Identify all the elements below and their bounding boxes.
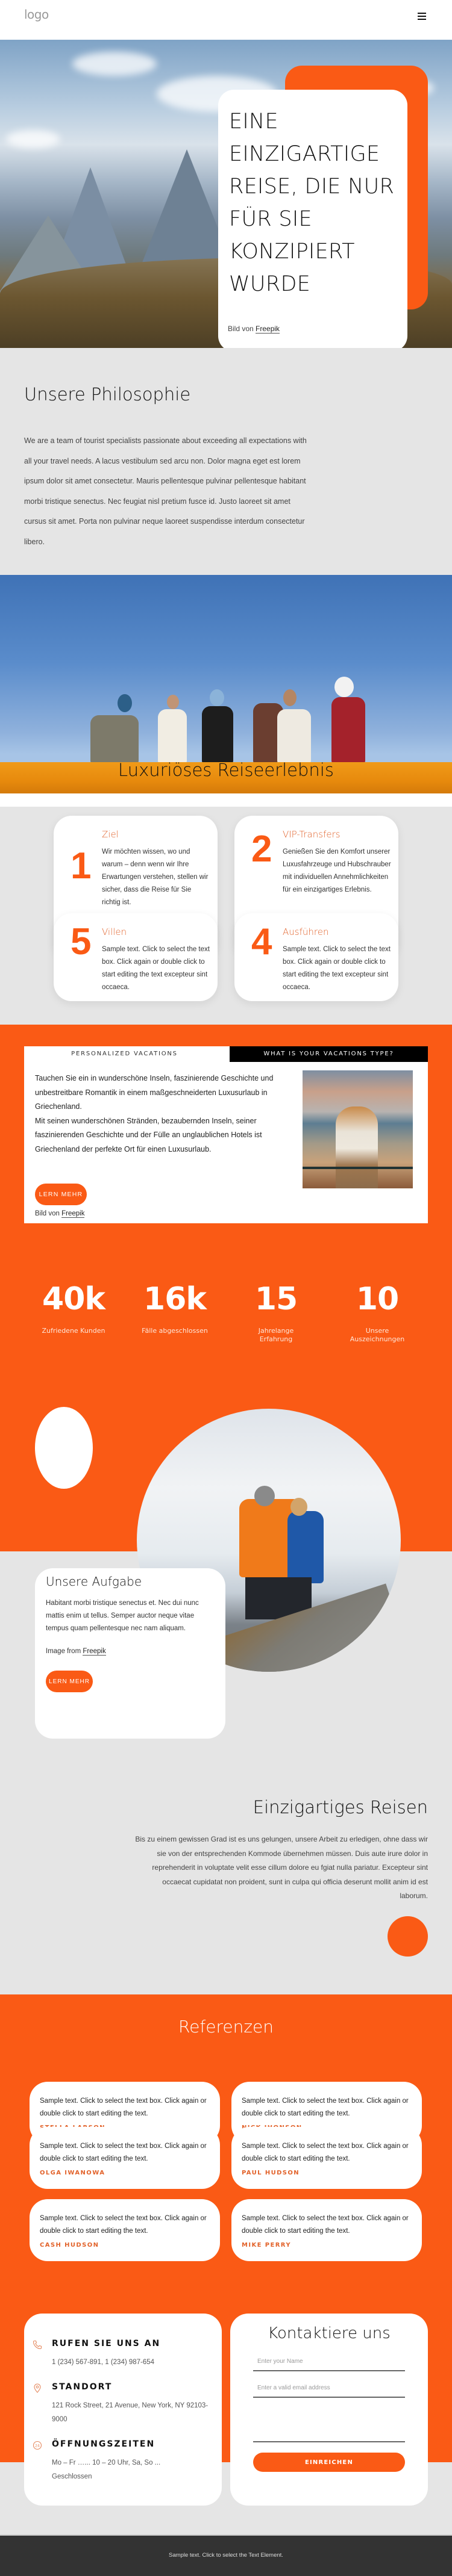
tab-personalized-vacations[interactable]: PERSONALIZED VACATIONS — [24, 1046, 225, 1062]
credit-prefix: Bild von — [35, 1210, 60, 1217]
mission-text: Habitant morbi tristique senectus et. Ne… — [46, 1600, 199, 1632]
feature-heading: VIP-Transfers — [283, 829, 341, 840]
feature-card: 5 Villen Sample text. Click to select th… — [54, 913, 218, 1001]
stat-label: Zufriedene Kunden — [42, 1327, 105, 1335]
clock-24-icon: 24 — [33, 2441, 42, 2450]
luxury-title: Luxuriöses Reiseerlebnis — [118, 760, 334, 780]
vacation-tabs: PERSONALIZED VACATIONS WHAT IS YOUR VACA… — [24, 1046, 428, 1223]
freepik-link[interactable]: Freepik — [83, 1648, 106, 1656]
credit-prefix: Bild von — [228, 324, 254, 333]
unique-travel-text: Bis zu einem gewissen Grad ist es uns ge… — [135, 1835, 428, 1900]
testimonial-author: MIKE PERRY — [242, 2242, 291, 2249]
freepik-link[interactable]: Freepik — [61, 1210, 85, 1218]
map-pin-icon — [34, 2383, 41, 2393]
contact-call-heading: RUFEN SIE UNS AN — [52, 2339, 161, 2348]
tab-paragraph: Tauchen Sie ein in wunderschöne Inseln, … — [35, 1074, 274, 1111]
testimonial-text: Sample text. Click to select the text bo… — [242, 2097, 409, 2117]
mission-image-credit: Image from Freepik — [46, 1648, 106, 1656]
stat-label: Fälle abgeschlossen — [142, 1327, 208, 1335]
contact-hours-heading: ÖFFNUNGSZEITEN — [52, 2439, 155, 2449]
contact-info-card: RUFEN SIE UNS AN 1 (234) 567-891, 1 (234… — [24, 2314, 222, 2506]
feature-text: Sample text. Click to select the text bo… — [102, 946, 210, 991]
stat-value: 15 — [254, 1281, 298, 1317]
woman-balcony-image — [303, 1070, 413, 1188]
svg-text:24: 24 — [35, 2444, 40, 2448]
tab-image-credit: Bild von Freepik — [35, 1210, 85, 1218]
hero-title: EINE EINZIGARTIGE REISE, DIE NUR FÜR SIE… — [229, 110, 395, 296]
site-footer: Sample text. Click to select the Text El… — [0, 2534, 452, 2576]
testimonial-card: Sample text. Click to select the text bo… — [30, 2199, 220, 2261]
phone-numbers[interactable]: 1 (234) 567-891, 1 (234) 987-654 — [52, 2356, 209, 2370]
mission-card: Unsere Aufgabe Habitant morbi tristique … — [35, 1568, 225, 1739]
learn-more-button[interactable]: LERN MEHR — [46, 1671, 93, 1692]
contact-call: RUFEN SIE UNS AN 1 (234) 567-891, 1 (234… — [33, 2339, 161, 2366]
philosophy-title: Unsere Philosophie — [24, 384, 191, 405]
stat-label: Jahrelange Erfahrung — [258, 1327, 294, 1343]
testimonial-text: Sample text. Click to select the text bo… — [40, 2215, 207, 2235]
tab-content-text: Tauchen Sie ein in wunderschöne Inseln, … — [35, 1072, 276, 1156]
stat-item: 40k Zufriedene Kunden — [22, 1282, 125, 1335]
stat-value: 10 — [356, 1281, 399, 1317]
testimonials-title: Referenzen — [178, 2017, 274, 2037]
footer-text: Sample text. Click to select the Text El… — [169, 2552, 283, 2559]
philosophy-text: We are a team of tourist specialists pas… — [24, 436, 307, 546]
stat-item: 10 Unsere Auszeichnungen — [326, 1282, 428, 1344]
feature-text: Wir möchten wissen, wo und warum – denn … — [102, 848, 209, 906]
divider — [0, 793, 452, 807]
testimonial-author: OLGA IWANOWA — [40, 2170, 105, 2176]
contact-form-title: Kontaktiere uns — [268, 2324, 391, 2342]
testimonial-card: Sample text. Click to select the text bo… — [231, 2127, 422, 2189]
decorative-circle — [388, 1916, 428, 1957]
testimonial-card: Sample text. Click to select the text bo… — [30, 2127, 220, 2189]
name-field[interactable] — [253, 2352, 405, 2371]
hero-image-credit: Bild von Freepik — [228, 324, 280, 334]
testimonial-text: Sample text. Click to select the text bo… — [40, 2097, 207, 2117]
feature-heading: Ausführen — [283, 926, 329, 937]
contact-location: STANDORT 121 Rock Street, 21 Avenue, New… — [34, 2382, 208, 2423]
feature-card: 4 Ausführen Sample text. Click to select… — [234, 913, 398, 1001]
site-header: logo — [0, 0, 452, 40]
stat-label: Unsere Auszeichnungen — [350, 1327, 405, 1343]
mission-title: Unsere Aufgabe — [46, 1574, 142, 1589]
contact-hours: 24 ÖFFNUNGSZEITEN Mo – Fr …... 10 – 20 U… — [33, 2439, 160, 2480]
feature-heading: Ziel — [102, 829, 119, 840]
stat-value: 40k — [42, 1281, 105, 1317]
feature-number: 2 — [251, 828, 272, 870]
testimonial-text: Sample text. Click to select the text bo… — [242, 2215, 409, 2235]
credit-prefix: Image from — [46, 1648, 81, 1655]
learn-more-button[interactable]: LERN MEHR — [35, 1184, 87, 1205]
opening-hours: Mo – Fr …... 10 – 20 Uhr, Sa, So ... — [52, 2459, 161, 2466]
contact-form-card: Kontaktiere uns EINREICHEN — [230, 2314, 428, 2506]
contact-location-heading: STANDORT — [52, 2382, 113, 2392]
stat-item: 16k Fälle abgeschlossen — [124, 1282, 226, 1335]
philosophy-section: Unsere Philosophie We are a team of tour… — [0, 348, 452, 642]
testimonial-card: Sample text. Click to select the text bo… — [231, 2199, 422, 2261]
freepik-link[interactable]: Freepik — [256, 324, 280, 334]
feature-text: Genießen Sie den Komfort unserer Luxusfa… — [283, 848, 391, 893]
feature-number: 1 — [71, 845, 92, 887]
feature-text: Sample text. Click to select the text bo… — [283, 946, 391, 991]
tab-paragraph: Mit seinen wunderschönen Stränden, bezau… — [35, 1116, 262, 1153]
stat-value: 16k — [143, 1281, 207, 1317]
feature-heading: Villen — [102, 926, 127, 937]
logo[interactable]: logo — [24, 7, 49, 22]
message-field[interactable] — [253, 2391, 405, 2442]
testimonial-text: Sample text. Click to select the text bo… — [40, 2143, 207, 2162]
unique-travel-title: Einzigartiges Reisen — [253, 1797, 428, 1817]
decorative-circle — [35, 1407, 93, 1489]
testimonial-author: PAUL HUDSON — [242, 2170, 300, 2176]
opening-hours-closed: Geschlossen — [52, 2473, 92, 2480]
testimonial-text: Sample text. Click to select the text bo… — [242, 2143, 409, 2162]
feature-number: 4 — [251, 921, 272, 963]
address: 121 Rock Street, 21 Avenue, New York, NY… — [52, 2402, 209, 2423]
tab-vacation-type[interactable]: WHAT IS YOUR VACATIONS TYPE? — [230, 1046, 428, 1062]
testimonial-author: CASH HUDSON — [40, 2242, 99, 2249]
phone-icon — [33, 2340, 42, 2350]
submit-button[interactable]: EINREICHEN — [253, 2453, 405, 2472]
feature-number: 5 — [71, 921, 92, 963]
hamburger-menu-icon[interactable] — [416, 11, 428, 23]
stat-item: 15 Jahrelange Erfahrung — [225, 1282, 327, 1344]
hero-card: EINE EINZIGARTIGE REISE, DIE NUR FÜR SIE… — [218, 90, 407, 352]
